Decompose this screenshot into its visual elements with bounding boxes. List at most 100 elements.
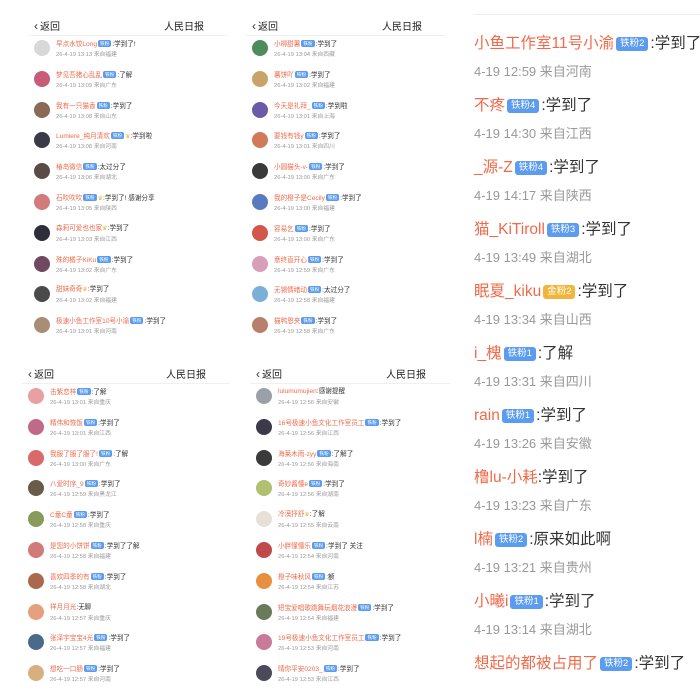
username[interactable]: 八爱时序_9 [50,481,84,488]
avatar[interactable] [252,286,268,303]
list-item[interactable]: 短宝爱唱歌跳舞玩烟花浪漫 铁粉:学到了 26-4-19 12:54 来自福建 [250,600,450,631]
list-item[interactable]: 冷漠抒舒♛:了解 26-4-19 12:55 来自云南 [250,507,450,538]
avatar[interactable] [252,193,268,210]
list-item[interactable]: rain 铁粉1:学到了 4-19 13:26 来自安徽 [474,387,700,451]
username[interactable]: 意终直开心 [274,257,307,264]
avatar[interactable] [28,449,44,466]
avatar[interactable] [252,132,268,149]
back-button[interactable]: ‹ 返回 [256,366,282,382]
username[interactable]: 薯饼吖 [274,72,294,79]
username[interactable]: l楠 [474,531,493,548]
avatar[interactable] [34,224,50,241]
avatar[interactable] [252,317,268,334]
username[interactable]: 石吹吹吹 [56,195,82,202]
list-item[interactable]: 小胖懂懂乐 铁粉:学到了 关注 26-4-19 12:54 来自河南 [250,538,450,569]
list-item[interactable]: 椿岛微信 铁粉:太过分了 26-4-19 13:06 来自湖北 [28,159,228,190]
avatar[interactable] [256,480,272,497]
avatar[interactable] [256,388,272,404]
list-item[interactable]: 八爱时序_9 铁粉:学到了 26-4-19 12:59 来自黑龙江 [22,476,230,507]
avatar[interactable] [34,317,50,334]
username[interactable]: 橙子味秋风 [278,574,311,581]
username[interactable]: 小鱼工作室11号小渝 [474,35,614,52]
username[interactable]: i_槐 [474,345,502,362]
list-item[interactable]: 小柳甜薯 铁粉:学到了 26-4-19 13:04 来自西藏 [246,36,446,67]
username[interactable]: 猫鸭恩夹 [274,318,300,325]
username[interactable]: _源-Z [474,159,513,176]
username[interactable]: 梦见吾猪心乱乱 [56,72,102,79]
username[interactable]: 我服了服了服了! [50,451,98,458]
avatar[interactable] [28,634,44,651]
list-item[interactable]: 想吃一口肠 铁粉:学到了 26-4-19 12:57 来自河南 [22,661,230,692]
username[interactable]: 晴你平安0203_ [278,666,323,673]
list-item[interactable]: 是您的小饼饼 铁粉:学到了了解 26-4-19 12:58 来自福建 [22,538,230,569]
username[interactable]: 想吃一口肠 [50,666,83,673]
avatar[interactable] [34,255,50,272]
avatar[interactable] [256,511,272,528]
avatar[interactable] [252,255,268,272]
avatar[interactable] [256,634,272,651]
avatar[interactable] [34,163,50,180]
avatar[interactable] [256,665,272,682]
avatar[interactable] [34,40,50,56]
avatar[interactable] [256,449,272,466]
list-item[interactable]: 猫鸭恩夹 铁粉:学到了 26-4-19 12:58 来自广东 [246,313,446,344]
avatar[interactable] [28,541,44,558]
back-button[interactable]: ‹ 返回 [252,18,278,34]
avatar[interactable] [252,101,268,118]
username[interactable]: 我的橙子是Cecily [274,195,325,202]
username[interactable]: 早点水饺Long [56,41,97,48]
username[interactable]: 小胖懂懂乐 [278,543,311,550]
avatar[interactable] [256,572,272,589]
list-item[interactable]: 喜欢四季的有 铁粉:学到了 26-4-19 12:58 来自湖北 [22,569,230,600]
list-item[interactable]: 祥月月光:无聊 26-4-19 12:57 来自重庆 [22,600,230,631]
list-item[interactable]: 梦见吾猪心乱乱 铁粉:了解 26-4-19 13:09 来自广东 [28,67,228,98]
avatar[interactable] [28,572,44,589]
avatar[interactable] [34,193,50,210]
username[interactable]: 海莱木雨-zyy [278,451,316,458]
list-item[interactable]: 我服了服了服了! 铁粉:了解 26-4-19 13:00 来自广东 [22,446,230,477]
username[interactable]: 森莉可爱也也家 [56,225,102,232]
list-item[interactable]: 橙子味秋风 铁粉:额 26-4-19 12:54 来自江苏 [250,569,450,600]
username[interactable]: 要钱有钱y [274,133,304,140]
username[interactable]: 小柳甜薯 [274,41,300,48]
username[interactable]: 想起的都被占用了 [474,655,598,672]
list-item[interactable]: 精伟和恢饭 铁粉:学到了 26-4-19 13:01 来自江西 [22,415,230,446]
username[interactable]: 殊的橘子KiKu [56,257,96,264]
list-item[interactable]: _源-Z 铁粉4:学到了 4-19 14:17 来自陕西 [474,139,700,203]
username[interactable]: 猫_KiTiroll [474,221,545,238]
avatar[interactable] [28,511,44,528]
list-item[interactable]: 容易乞 铁粉:学到了 26-4-19 13:00 来自广东 [246,221,446,252]
avatar[interactable] [252,224,268,241]
avatar[interactable] [256,418,272,435]
username[interactable]: 眠夏_kiku [474,283,541,300]
avatar[interactable] [256,603,272,620]
avatar[interactable] [252,40,268,56]
list-item[interactable]: 16号极速小鱼文化工作室员工 铁粉:学到了 26-4-19 12:56 来自江西 [250,415,450,446]
username[interactable]: 无锡情绪动 [274,287,307,294]
list-item[interactable]: 19号极速小鱼文化工作室员工 铁粉:学到了 26-4-19 12:53 来自河南 [250,630,450,661]
username[interactable]: 16号极速小鱼文化工作室员工 [278,420,364,427]
avatar[interactable] [252,163,268,180]
list-item[interactable]: l楠 铁粉2:原来如此啊 4-19 13:21 来自贵州 [474,511,700,575]
list-item[interactable]: 早点水饺Long 铁粉:学到了! 26-4-19 13:13 来自福建 [28,36,228,67]
list-item[interactable]: i_槐 铁粉1:了解 4-19 13:31 来自四川 [474,325,700,389]
avatar[interactable] [252,70,268,87]
back-button[interactable]: ‹ 返回 [28,366,54,382]
list-item[interactable]: lulumumujien:感谢提醒 26-4-19 12:56 来自安徽 [250,384,450,415]
username[interactable]: 极速小鱼工作室10号小渝 [56,318,129,325]
list-item[interactable]: 晴你平安0203_ 铁粉:学到了 26-4-19 12:53 来自江西 [250,661,450,692]
username[interactable]: C童C童 [50,512,73,519]
username[interactable]: 祥月月光 [50,604,76,611]
username[interactable]: Lumiere_纯月清欢 [56,133,110,140]
avatar[interactable] [34,101,50,118]
username[interactable]: 张泽宇宝宝4光 [50,635,93,642]
username[interactable]: 我有一只猫香 [56,103,96,110]
username[interactable]: 小圆猫头-v- [274,164,308,171]
avatar[interactable] [28,665,44,682]
list-item[interactable]: 殊的橘子KiKu 铁粉:学到了 26-4-19 13:02 来自广东 [28,252,228,283]
avatar[interactable] [34,70,50,87]
list-item[interactable]: 小圆猫头-v- 铁粉:学到了 26-4-19 13:00 来自广东 [246,159,446,190]
list-item[interactable]: 无锡情绪动 铁粉:太过分了 26-4-19 12:58 来自福建 [246,282,446,313]
avatar[interactable] [28,603,44,620]
list-item[interactable]: 薯饼吖 铁粉:学到了 26-4-19 13:02 来自福建 [246,67,446,98]
